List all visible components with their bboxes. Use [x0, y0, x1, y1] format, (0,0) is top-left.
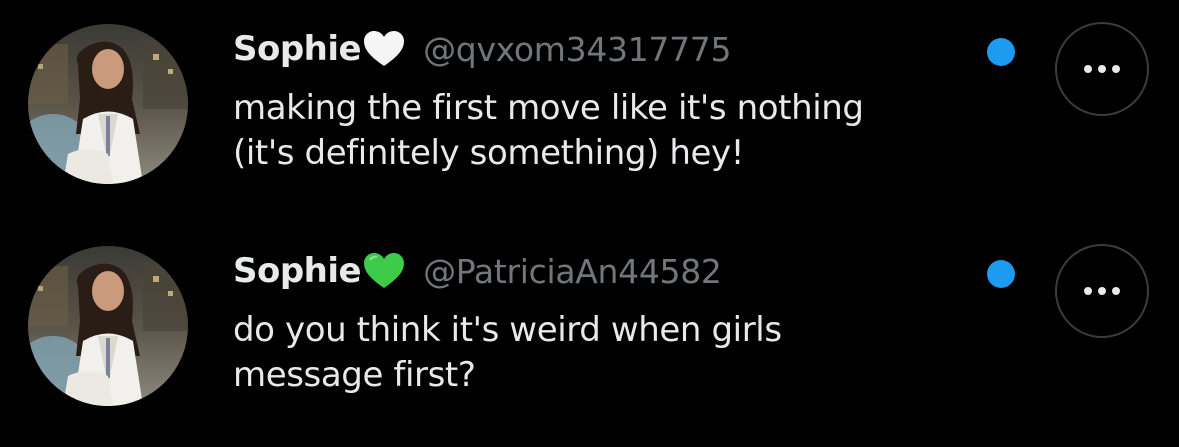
message-header: Sophie @PatriciaAn44582: [233, 242, 1003, 300]
display-name[interactable]: Sophie: [233, 251, 362, 291]
unread-indicator: [987, 260, 1015, 288]
message-text: making the first move like it's nothing …: [233, 86, 1003, 176]
message-line: message first?: [233, 355, 476, 395]
message-line: do you think it's weird when girls: [233, 310, 782, 350]
display-name[interactable]: Sophie: [233, 29, 362, 69]
message-content: Sophie @PatriciaAn44582 do you think it'…: [233, 242, 1003, 398]
white-heart-icon: [363, 30, 405, 68]
more-options-button[interactable]: [1055, 244, 1149, 338]
more-horizontal-icon: [1084, 287, 1120, 295]
more-options-button[interactable]: [1055, 22, 1149, 116]
message-line: (it's definitely something) hey!: [233, 133, 744, 173]
green-heart-icon: [363, 252, 405, 290]
message-text: do you think it's weird when girls messa…: [233, 308, 1003, 398]
avatar[interactable]: [28, 246, 188, 406]
more-horizontal-icon: [1084, 65, 1120, 73]
unread-indicator: [987, 38, 1015, 66]
message-row[interactable]: Sophie @PatriciaAn44582 do you think it'…: [0, 234, 1179, 444]
message-content: Sophie @qvxom34317775 making the first m…: [233, 20, 1003, 176]
avatar[interactable]: [28, 24, 188, 184]
message-header: Sophie @qvxom34317775: [233, 20, 1003, 78]
user-handle[interactable]: @PatriciaAn44582: [423, 252, 722, 291]
message-row[interactable]: Sophie @qvxom34317775 making the first m…: [0, 12, 1179, 222]
message-line: making the first move like it's nothing: [233, 88, 864, 128]
user-handle[interactable]: @qvxom34317775: [423, 30, 731, 69]
